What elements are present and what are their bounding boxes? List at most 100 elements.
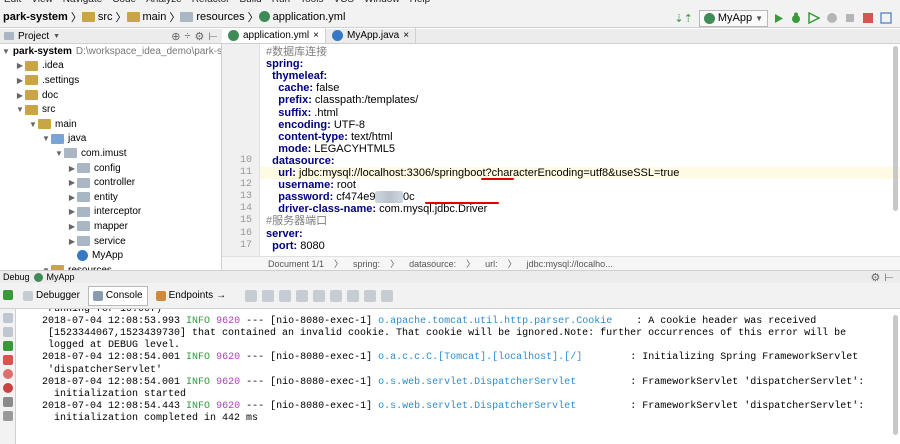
breadcrumb-project[interactable]: park-system bbox=[3, 11, 68, 23]
yaml-key: suffix: bbox=[278, 106, 312, 119]
chevron-right-icon[interactable]: ▶ bbox=[15, 76, 25, 85]
code-editor[interactable]: #数据库连接 spring: thymeleaf: cache: false pr… bbox=[222, 44, 900, 256]
tree-item-label: java bbox=[68, 133, 87, 145]
debug-config-label[interactable]: MyApp bbox=[47, 272, 75, 282]
log-pid: 9620 bbox=[216, 316, 241, 328]
build-arrows-icon[interactable]: ⇣⇡ bbox=[674, 12, 692, 25]
breadcrumb-separator: 〉 bbox=[70, 11, 82, 24]
debug-icon[interactable] bbox=[790, 12, 802, 24]
drop-frame-icon[interactable] bbox=[313, 289, 326, 302]
rerun-icon[interactable] bbox=[3, 290, 13, 300]
tree-item[interactable]: ▼ src bbox=[0, 102, 221, 117]
chevron-right-icon[interactable]: ▶ bbox=[15, 61, 25, 70]
chevron-right-icon[interactable]: ▶ bbox=[67, 237, 77, 246]
tree-item[interactable]: ▼ java bbox=[0, 132, 221, 147]
step-into-icon[interactable] bbox=[262, 289, 275, 302]
tree-item[interactable]: ▶ .settings bbox=[0, 73, 221, 88]
hide-icon[interactable]: ⊢ bbox=[208, 30, 218, 43]
chevron-down-icon[interactable]: ▼ bbox=[15, 105, 25, 114]
editor-breadcrumb-item[interactable]: spring: bbox=[353, 259, 380, 269]
editor-scrollbar[interactable] bbox=[893, 46, 898, 211]
step-over-icon[interactable] bbox=[245, 289, 258, 302]
gear-icon[interactable]: ⚙ bbox=[195, 30, 205, 43]
editor-breadcrumb-item[interactable]: jdbc:mysql://localho... bbox=[527, 259, 613, 269]
force-step-into-icon[interactable] bbox=[279, 289, 292, 302]
run-icon[interactable] bbox=[774, 13, 784, 24]
settings-icon[interactable] bbox=[3, 411, 13, 421]
stop-icon[interactable] bbox=[3, 355, 13, 365]
evaluate-icon[interactable] bbox=[347, 289, 360, 302]
camera-icon[interactable] bbox=[3, 397, 13, 407]
tree-item[interactable]: ▶ interceptor bbox=[0, 205, 221, 220]
debug-tab-endpoints[interactable]: Endpoints → bbox=[151, 286, 231, 306]
step-out-icon[interactable] bbox=[296, 289, 309, 302]
chevron-down-icon[interactable]: ▼ bbox=[54, 149, 64, 158]
tree-item[interactable]: ▼ main bbox=[0, 117, 221, 132]
up-icon[interactable] bbox=[3, 313, 13, 323]
stop-icon[interactable] bbox=[862, 12, 874, 24]
yaml-key: password: bbox=[278, 191, 334, 204]
chevron-down-icon[interactable]: ▼ bbox=[28, 120, 38, 129]
hide-icon[interactable]: ⊢ bbox=[884, 271, 894, 284]
tree-root[interactable]: ▼ park-system D:\workspace_idea_demo\par… bbox=[0, 44, 221, 59]
breadcrumb-item[interactable]: src bbox=[81, 11, 113, 23]
tree-item[interactable]: ▶ config bbox=[0, 161, 221, 176]
profile-icon[interactable] bbox=[826, 12, 838, 24]
editor-tab[interactable]: application.yml × bbox=[222, 28, 326, 43]
chevron-right-icon[interactable]: ▶ bbox=[67, 193, 77, 202]
tree-item[interactable]: ▶ mapper bbox=[0, 219, 221, 234]
mute-breakpoints-icon[interactable] bbox=[3, 383, 13, 393]
debug-tab-console[interactable]: Console bbox=[87, 285, 148, 306]
tree-item[interactable]: ▶ doc bbox=[0, 88, 221, 103]
editor-breadcrumb-item[interactable]: datasource: bbox=[409, 259, 456, 269]
close-icon[interactable]: × bbox=[403, 30, 409, 41]
chevron-right-icon[interactable]: ▶ bbox=[67, 164, 77, 173]
resume-icon[interactable] bbox=[3, 341, 13, 351]
down-icon[interactable] bbox=[3, 327, 13, 337]
stream-icon[interactable] bbox=[381, 289, 394, 302]
breadcrumb-separator: 〉 bbox=[466, 259, 476, 269]
code-comment: #服务器端口 bbox=[266, 215, 328, 228]
log-ts: 2018-07-04 12:08:53.993 bbox=[42, 316, 181, 328]
debug-tab-debugger[interactable]: Debugger bbox=[18, 286, 85, 306]
trace-icon[interactable] bbox=[364, 289, 377, 302]
breadcrumb-item[interactable]: resources bbox=[180, 11, 245, 23]
debugger-icon bbox=[23, 290, 33, 301]
locate-icon[interactable]: ⊕ bbox=[171, 30, 180, 43]
chevron-down-icon[interactable]: ▼ bbox=[41, 134, 51, 143]
run-to-cursor-icon[interactable] bbox=[330, 289, 343, 302]
tree-item[interactable]: MyApp bbox=[0, 248, 221, 263]
coverage-icon[interactable] bbox=[808, 12, 820, 24]
editor-tab[interactable]: MyApp.java × bbox=[326, 28, 417, 43]
tree-item[interactable]: ▼ com.imust bbox=[0, 146, 221, 161]
chevron-right-icon[interactable]: ▶ bbox=[67, 207, 77, 216]
tree-item[interactable]: ▶ controller bbox=[0, 175, 221, 190]
tree-item[interactable]: ▶ service bbox=[0, 234, 221, 249]
tree-item[interactable]: ▶ .idea bbox=[0, 59, 221, 74]
view-breakpoints-icon[interactable] bbox=[3, 369, 13, 379]
close-icon[interactable]: × bbox=[313, 30, 319, 41]
yaml-key: thymeleaf: bbox=[272, 70, 328, 83]
project-panel-title[interactable]: Project bbox=[18, 31, 49, 42]
pause-icon[interactable] bbox=[844, 12, 856, 24]
tree-item[interactable]: ▶ entity bbox=[0, 190, 221, 205]
log-ts: 2018-07-04 12:08:54.443 bbox=[42, 400, 181, 412]
log-ts: 2018-07-04 12:08:54.001 bbox=[42, 376, 181, 388]
editor-breadcrumb-item[interactable]: Document 1/1 bbox=[268, 259, 324, 269]
project-structure-icon[interactable] bbox=[880, 12, 892, 24]
console-output[interactable]: running for 10.007) 2018-07-04 12:08:53.9… bbox=[18, 309, 900, 444]
chevron-right-icon[interactable]: ▶ bbox=[67, 222, 77, 231]
tree-item[interactable]: ▼resources bbox=[0, 263, 221, 270]
chevron-down-icon[interactable]: ▼ bbox=[53, 33, 60, 40]
console-line: 2018-07-04 12:08:54.443 INFO 9620 --- [n… bbox=[42, 401, 864, 413]
breadcrumb-item[interactable]: application.yml bbox=[258, 11, 345, 23]
editor-breadcrumb-item[interactable]: url: bbox=[485, 259, 498, 269]
chevron-right-icon[interactable]: ▶ bbox=[15, 91, 25, 100]
gear-icon[interactable]: ⚙ bbox=[871, 271, 881, 284]
chevron-right-icon[interactable]: ▶ bbox=[67, 178, 77, 187]
breadcrumb-item[interactable]: main bbox=[126, 11, 166, 23]
run-config-selector[interactable]: MyApp ▼ bbox=[698, 9, 768, 27]
chevron-down-icon[interactable]: ▼ bbox=[2, 47, 10, 56]
collapse-icon[interactable]: ÷ bbox=[184, 30, 190, 42]
console-scrollbar[interactable] bbox=[893, 315, 898, 435]
